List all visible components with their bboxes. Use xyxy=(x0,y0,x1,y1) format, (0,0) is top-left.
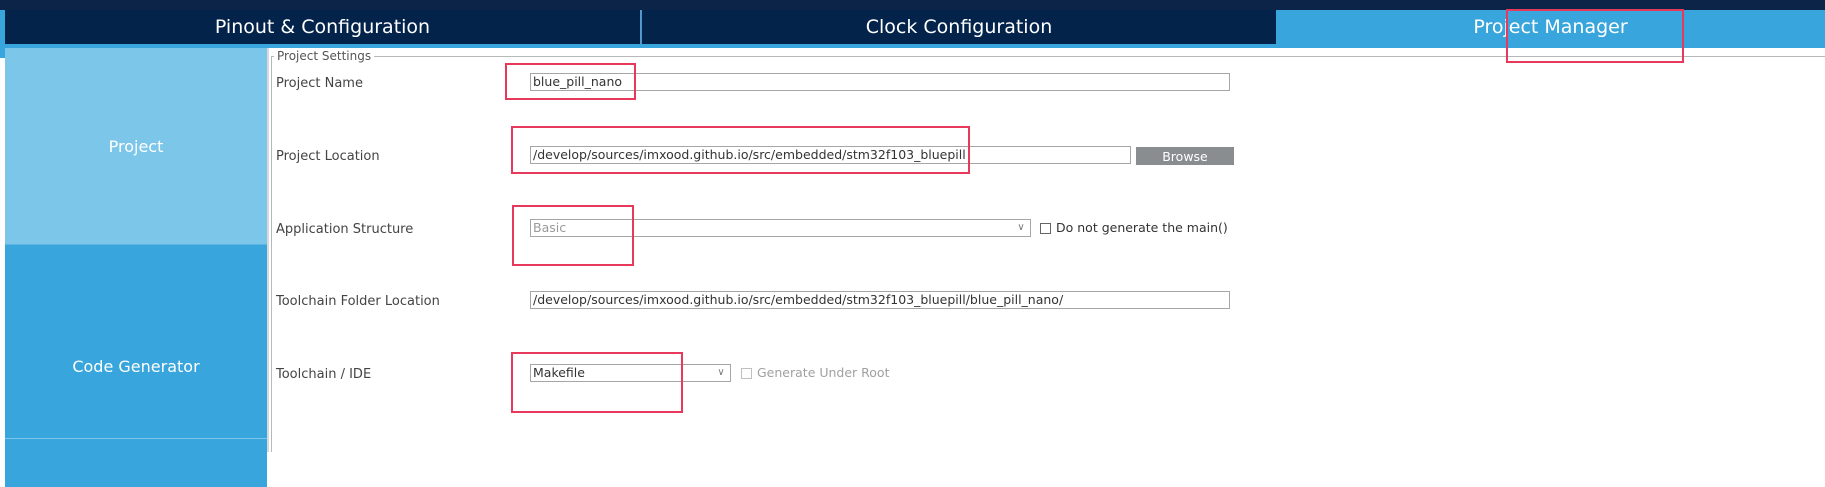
window-top-strip xyxy=(0,0,1825,10)
group-border-left xyxy=(271,56,272,452)
application-structure-label: Application Structure xyxy=(276,222,414,237)
tab-pinout-configuration[interactable]: Pinout & Configuration xyxy=(5,10,640,44)
project-name-input[interactable]: blue_pill_nano xyxy=(530,73,1230,91)
application-structure-select[interactable]: Basic ∨ xyxy=(530,219,1031,237)
project-settings-panel: Project Settings Project Name blue_pill_… xyxy=(269,48,1825,452)
group-title: Project Settings xyxy=(274,49,375,63)
generate-under-root-label: Generate Under Root xyxy=(757,365,890,380)
generate-under-root-checkbox[interactable] xyxy=(741,368,752,379)
browse-button[interactable]: Browse xyxy=(1136,147,1234,165)
tab-clock-configuration[interactable]: Clock Configuration xyxy=(641,10,1276,44)
toolchain-folder-label: Toolchain Folder Location xyxy=(276,294,440,309)
sidebar: Project Code Generator xyxy=(5,48,267,487)
toolchain-folder-input[interactable]: /develop/sources/imxood.github.io/src/em… xyxy=(530,291,1230,309)
project-name-label: Project Name xyxy=(276,76,363,91)
application-structure-value: Basic xyxy=(533,220,567,235)
chevron-down-icon: ∨ xyxy=(717,367,725,378)
do-not-generate-main-label: Do not generate the main() xyxy=(1056,220,1228,235)
project-location-label: Project Location xyxy=(276,149,380,164)
toolchain-ide-label: Toolchain / IDE xyxy=(276,367,372,382)
toolchain-ide-value: Makefile xyxy=(533,365,585,380)
group-border-top xyxy=(271,56,1825,57)
tab-project-manager[interactable]: Project Manager xyxy=(1276,10,1825,44)
sidebar-item-project[interactable]: Project xyxy=(5,48,267,244)
toolchain-ide-select[interactable]: Makefile ∨ xyxy=(530,364,731,382)
do-not-generate-main-checkbox[interactable] xyxy=(1040,223,1051,234)
project-location-input[interactable]: /develop/sources/imxood.github.io/src/em… xyxy=(530,146,1131,164)
chevron-down-icon: ∨ xyxy=(1017,222,1025,233)
sidebar-item-partial[interactable] xyxy=(5,438,267,453)
